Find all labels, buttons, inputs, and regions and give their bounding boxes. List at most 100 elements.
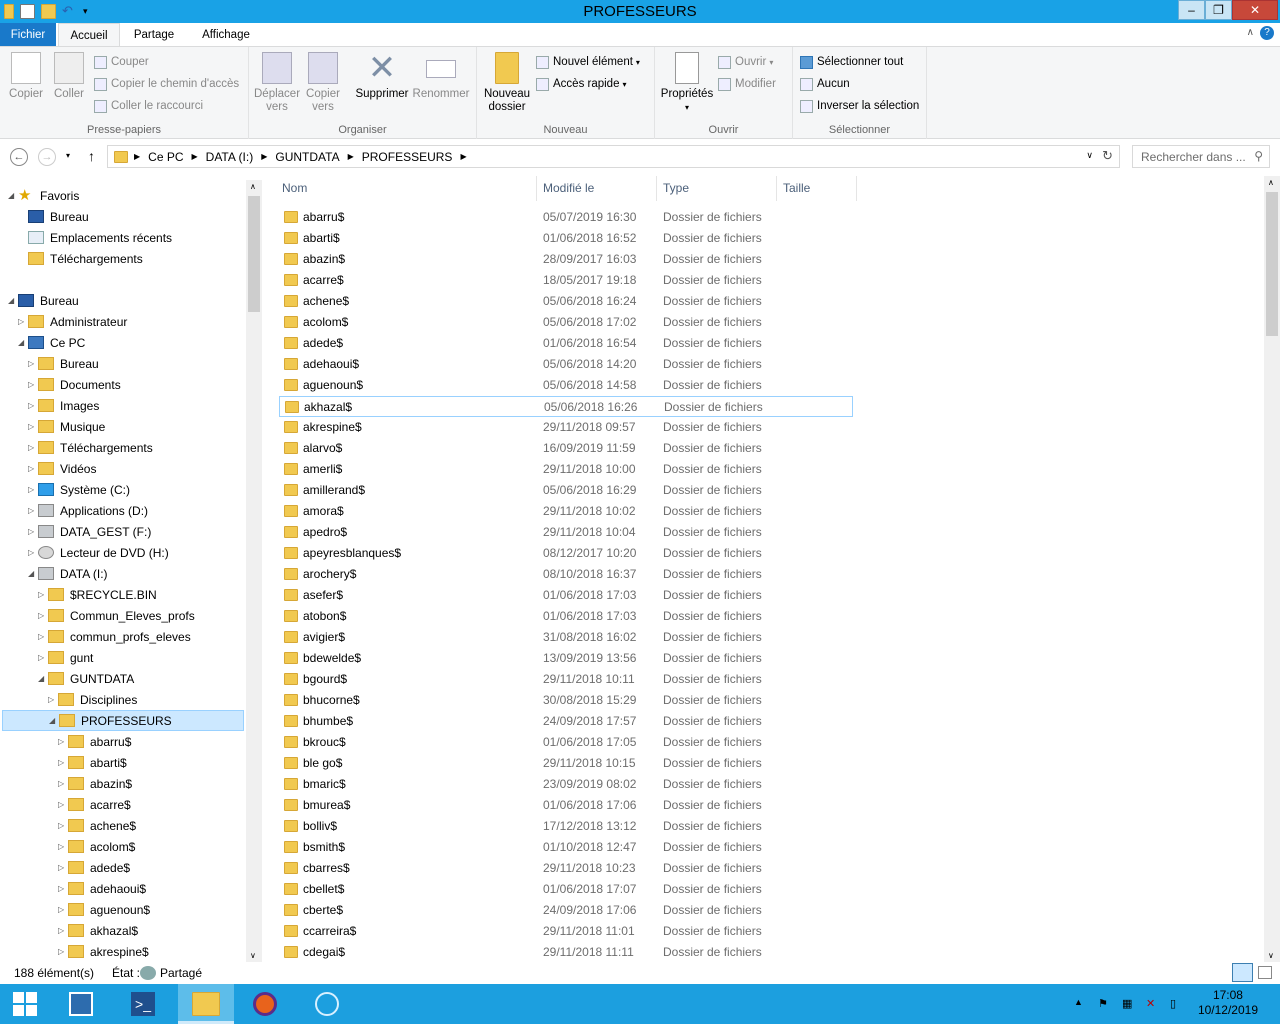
help-icon[interactable]: ?	[1260, 26, 1274, 40]
expanded-arrow-icon[interactable]: ◢	[38, 674, 48, 683]
file-row[interactable]: bdewelde$ 13/09/2019 13:56 Dossier de fich…	[279, 648, 853, 669]
tree-item[interactable]: ▷ akrespine$	[58, 941, 149, 962]
collapsed-arrow-icon[interactable]: ▷	[28, 380, 38, 389]
copy-path-button[interactable]: Copier le chemin d'accès	[94, 75, 239, 93]
new-folder-button[interactable]: Nouveau dossier	[482, 52, 532, 114]
file-row[interactable]: atobon$ 01/06/2018 17:03 Dossier de fichie…	[279, 606, 853, 627]
file-row[interactable]: adehaoui$ 05/06/2018 14:20 Dossier de fich…	[279, 354, 853, 375]
tree-item[interactable]: ◢ GUNTDATA	[38, 668, 134, 689]
tree-item[interactable]: ▷ aguenoun$	[58, 899, 150, 920]
address-dropdown-icon[interactable]: ∨	[1086, 150, 1093, 161]
tab-share[interactable]: Partage	[122, 23, 186, 47]
file-row[interactable]: apeyresblanques$ 08/12/2017 10:20 Dossier …	[279, 543, 853, 564]
file-row[interactable]: cbarres$ 29/11/2018 10:23 Dossier de fichi…	[279, 858, 853, 879]
tree-item[interactable]: ▷ commun_profs_eleves	[38, 626, 191, 647]
tab-home[interactable]: Accueil	[58, 23, 120, 47]
file-row[interactable]: amillerand$ 05/06/2018 16:29 Dossier de fi…	[279, 480, 853, 501]
recent-locations-button[interactable]: ▾	[66, 151, 70, 160]
tree-item[interactable]: ◢ PROFESSEURS	[2, 710, 244, 731]
tree-item[interactable]: ▷ DATA_GEST (F:)	[28, 521, 151, 542]
tree-item[interactable]: ▷ Bureau	[28, 353, 99, 374]
large-icons-view-button[interactable]	[1258, 966, 1272, 979]
tree-item[interactable]: ▷ $RECYCLE.BIN	[38, 584, 157, 605]
collapsed-arrow-icon[interactable]: ▷	[58, 884, 68, 893]
file-row[interactable]: adede$ 01/06/2018 16:54 Dossier de fichier…	[279, 333, 853, 354]
file-row[interactable]: alarvo$ 16/09/2019 11:59 Dossier de fichie…	[279, 438, 853, 459]
collapsed-arrow-icon[interactable]: ▷	[58, 863, 68, 872]
tree-item[interactable]: ▷ Téléchargements	[28, 437, 153, 458]
tree-item[interactable]: ▷ acolom$	[58, 836, 135, 857]
up-button[interactable]: ↑	[88, 148, 95, 164]
minimize-button[interactable]: –	[1178, 0, 1205, 20]
tree-item[interactable]: ▷ Lecteur de DVD (H:)	[28, 542, 169, 563]
firefox-button[interactable]	[240, 984, 290, 1024]
search-input[interactable]: Rechercher dans ... ⚲	[1132, 145, 1270, 168]
collapsed-arrow-icon[interactable]: ▷	[28, 464, 38, 473]
collapsed-arrow-icon[interactable]: ▷	[58, 926, 68, 935]
column-size[interactable]: Taille	[777, 176, 857, 201]
forward-button[interactable]: →	[38, 148, 56, 166]
file-row[interactable]: acarre$ 18/05/2017 19:18 Dossier de fichie…	[279, 270, 853, 291]
tree-item[interactable]: ▷ abarru$	[58, 731, 131, 752]
file-row[interactable]: abarti$ 01/06/2018 16:52 Dossier de fichie…	[279, 228, 853, 249]
collapsed-arrow-icon[interactable]: ▷	[28, 485, 38, 494]
system-clock[interactable]: 17:08 10/12/2019	[1198, 988, 1258, 1018]
file-row[interactable]: bhumbe$ 24/09/2018 17:57 Dossier de fichie…	[279, 711, 853, 732]
file-row[interactable]: ble go$ 29/11/2018 10:15 Dossier de fichie…	[279, 753, 853, 774]
tree-item[interactable]: ▷ gunt	[38, 647, 93, 668]
list-scrollbar[interactable]: ∧ ∨	[1264, 176, 1280, 962]
collapse-ribbon-icon[interactable]: ∧	[1247, 27, 1254, 38]
collapsed-arrow-icon[interactable]: ▷	[58, 821, 68, 830]
easy-access-button[interactable]: Accès rapide ▾	[536, 75, 627, 93]
tree-item[interactable]: Emplacements récents	[18, 227, 172, 248]
collapsed-arrow-icon[interactable]: ▷	[58, 842, 68, 851]
paste-button[interactable]: Coller	[49, 52, 89, 101]
tree-item[interactable]: ◢ Bureau	[8, 290, 79, 311]
file-row[interactable]: achene$ 05/06/2018 16:24 Dossier de fichie…	[279, 291, 853, 312]
tree-item[interactable]: ▷ Images	[28, 395, 99, 416]
tree-item[interactable]: ▷ Musique	[28, 416, 105, 437]
tree-item[interactable]: ▷ Applications (D:)	[28, 500, 148, 521]
expanded-arrow-icon[interactable]: ◢	[18, 338, 28, 347]
tree-item[interactable]: ▷ Commun_Eleves_profs	[38, 605, 195, 626]
details-view-button[interactable]	[1232, 963, 1253, 982]
file-row[interactable]: bmurea$ 01/06/2018 17:06 Dossier de fichie…	[279, 795, 853, 816]
move-to-button[interactable]: Déplacer vers	[254, 52, 300, 114]
collapsed-arrow-icon[interactable]: ▷	[28, 401, 38, 410]
tree-item[interactable]: ▷ Vidéos	[28, 458, 96, 479]
breadcrumb-guntdata[interactable]: GUNTDATA	[275, 150, 339, 164]
collapsed-arrow-icon[interactable]: ▷	[58, 737, 68, 746]
breadcrumb-this-pc[interactable]: Ce PC	[148, 150, 183, 164]
file-row[interactable]: aguenoun$ 05/06/2018 14:58 Dossier de fich…	[279, 375, 853, 396]
edit-button[interactable]: Modifier	[718, 75, 776, 93]
open-button[interactable]: Ouvrir ▾	[718, 53, 773, 71]
tree-item[interactable]: ◢ ★ Favoris	[8, 185, 79, 206]
file-row[interactable]: bsmith$ 01/10/2018 12:47 Dossier de fichie…	[279, 837, 853, 858]
tree-item[interactable]: ▷ Documents	[28, 374, 121, 395]
file-explorer-button[interactable]	[178, 984, 234, 1024]
scroll-up-icon[interactable]: ∧	[1268, 178, 1274, 187]
expanded-arrow-icon[interactable]: ◢	[28, 569, 38, 578]
file-row[interactable]: bhucorne$ 30/08/2018 15:29 Dossier de fich…	[279, 690, 853, 711]
file-row[interactable]: apedro$ 29/11/2018 10:04 Dossier de fichie…	[279, 522, 853, 543]
refresh-icon[interactable]: ↻	[1102, 148, 1113, 164]
file-row[interactable]: abazin$ 28/09/2017 16:03 Dossier de fichie…	[279, 249, 853, 270]
paste-shortcut-button[interactable]: Coller le raccourci	[94, 97, 203, 115]
address-bar[interactable]: ▶ Ce PC ▶ DATA (I:) ▶ GUNTDATA ▶ PROFESS…	[107, 145, 1120, 168]
new-item-button[interactable]: Nouvel élément ▾	[536, 53, 640, 71]
file-row[interactable]: cdegai$ 29/11/2018 11:11 Dossier de fichie…	[279, 942, 853, 962]
file-row[interactable]: bolliv$ 17/12/2018 13:12 Dossier de fichie…	[279, 816, 853, 837]
file-row[interactable]: akhazal$ 05/06/2018 16:26 Dossier de fichi…	[279, 396, 853, 417]
back-button[interactable]: ←	[10, 148, 28, 166]
collapsed-arrow-icon[interactable]: ▷	[28, 548, 38, 557]
file-row[interactable]: cbellet$ 01/06/2018 17:07 Dossier de fichi…	[279, 879, 853, 900]
close-button[interactable]: ✕	[1232, 0, 1278, 20]
tree-item[interactable]: ▷ akhazal$	[58, 920, 138, 941]
tree-item[interactable]: Bureau	[18, 206, 89, 227]
tree-item[interactable]: ▷ acarre$	[58, 794, 131, 815]
scroll-down-icon[interactable]: ∨	[1268, 951, 1274, 960]
server-manager-button[interactable]	[56, 984, 106, 1024]
file-row[interactable]: asefer$ 01/06/2018 17:03 Dossier de fichie…	[279, 585, 853, 606]
file-row[interactable]: avigier$ 31/08/2018 16:02 Dossier de fichi…	[279, 627, 853, 648]
file-row[interactable]: acolom$ 05/06/2018 17:02 Dossier de fichie…	[279, 312, 853, 333]
